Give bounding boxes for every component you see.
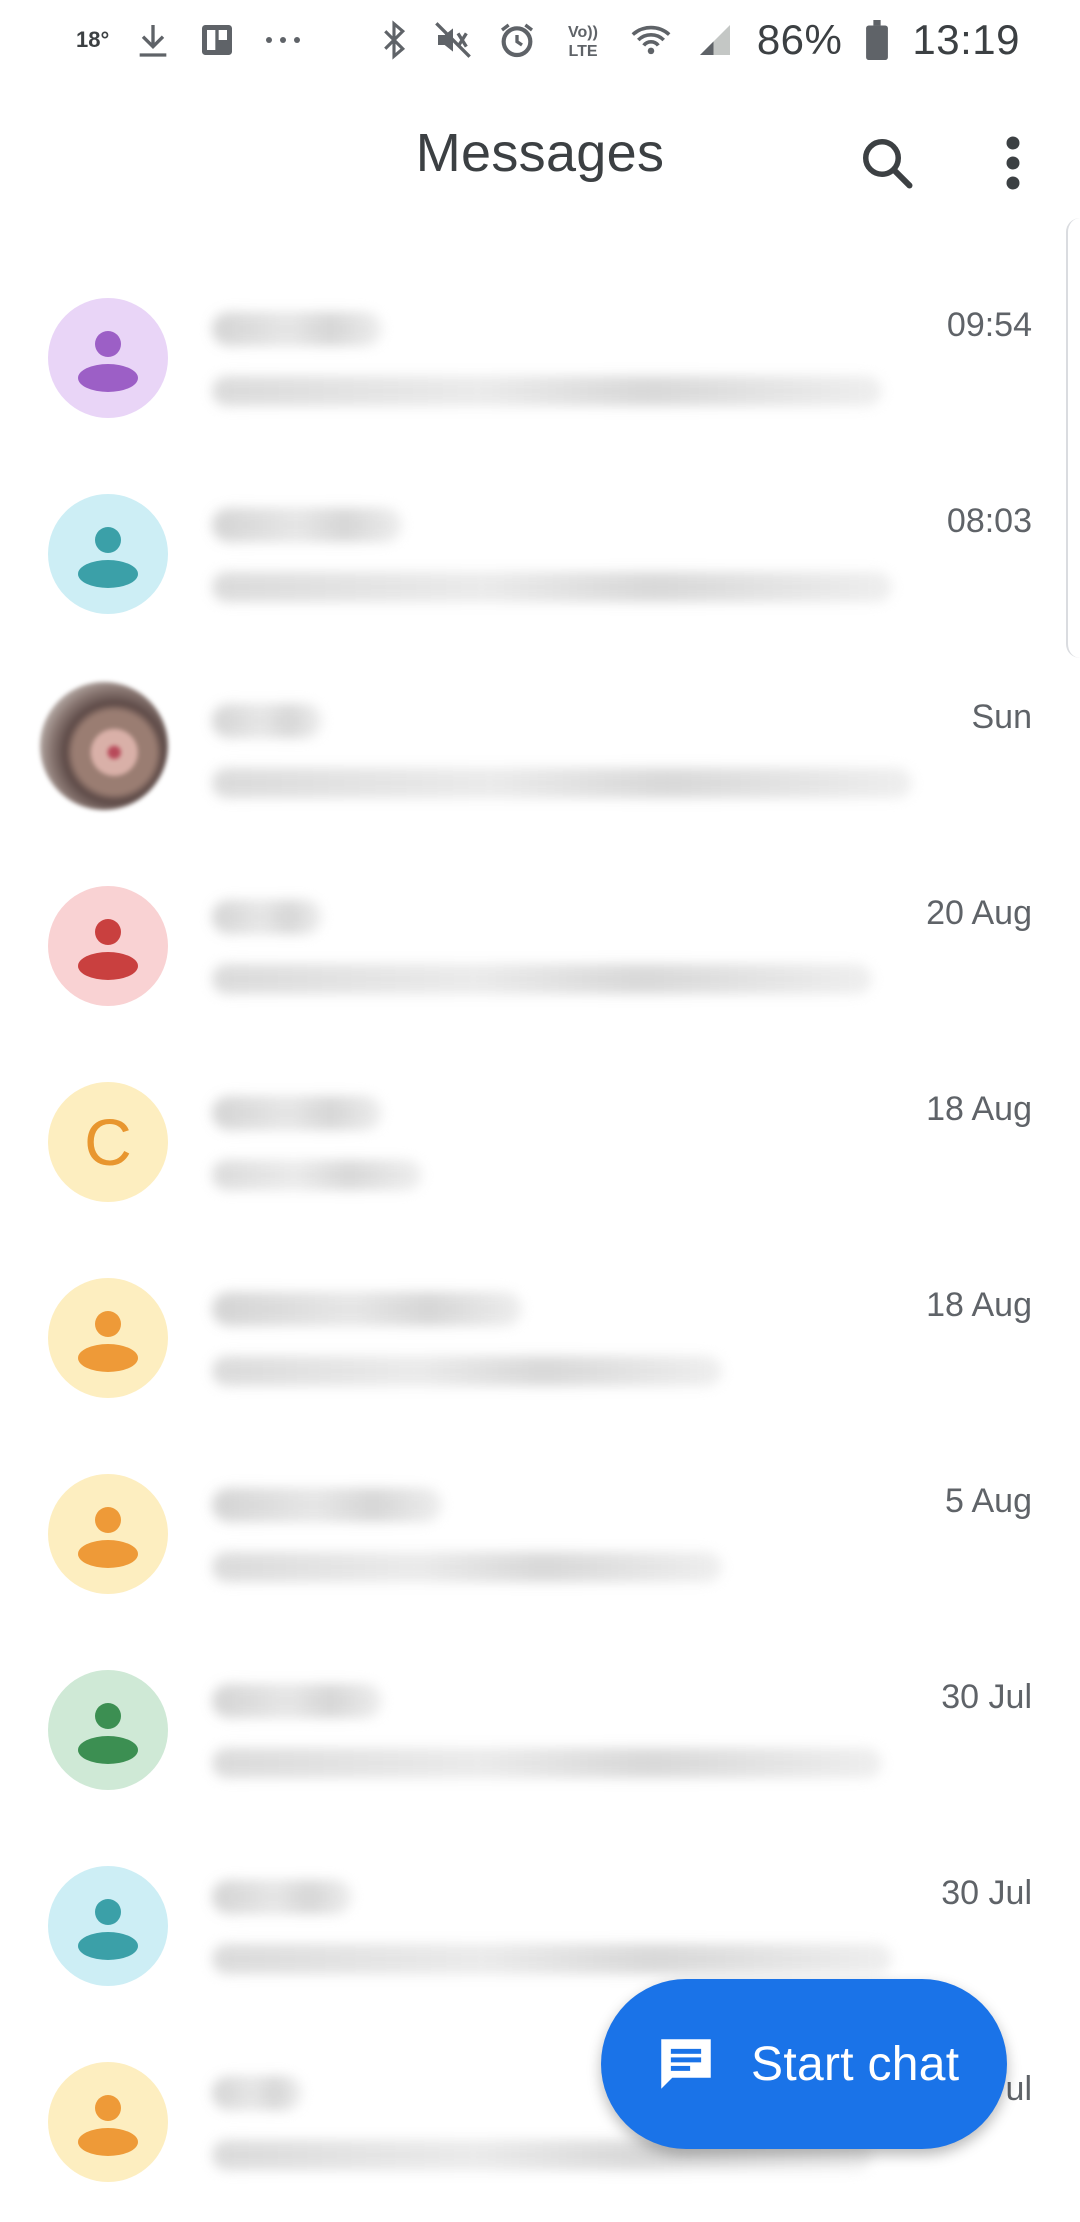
board-icon <box>197 20 237 60</box>
more-vertical-icon <box>1003 133 1023 198</box>
svg-text:LTE: LTE <box>568 43 597 60</box>
avatar <box>48 1278 168 1398</box>
bluetooth-icon <box>379 20 409 60</box>
person-icon <box>78 527 138 588</box>
person-icon <box>78 331 138 392</box>
contact-name <box>212 1684 382 1718</box>
avatar <box>48 2062 168 2182</box>
search-icon <box>857 133 917 198</box>
conversation-item[interactable]: 18 Aug <box>0 1242 1080 1438</box>
contact-name <box>212 312 382 346</box>
message-preview <box>212 768 912 798</box>
contact-name <box>212 1292 522 1326</box>
message-preview <box>212 376 882 406</box>
wifi-icon <box>629 20 673 60</box>
conversation-item[interactable]: C 18 Aug <box>0 1046 1080 1242</box>
avatar <box>48 886 168 1006</box>
person-icon <box>78 1507 138 1568</box>
message-preview <box>212 1552 722 1582</box>
timestamp: 30 Jul <box>941 1678 1032 1716</box>
timestamp: 18 Aug <box>926 1286 1032 1324</box>
more-horizontal-icon <box>261 30 305 50</box>
volte-icon: Vo)) LTE <box>561 18 605 62</box>
avatar <box>48 494 168 614</box>
timestamp: ul <box>1005 2070 1032 2108</box>
person-icon <box>78 1899 138 1960</box>
alarm-icon <box>497 20 537 60</box>
contact-name <box>212 900 322 934</box>
conversation-item[interactable]: 5 Aug <box>0 1438 1080 1634</box>
timestamp: 08:03 <box>946 502 1032 540</box>
search-button[interactable] <box>842 120 932 210</box>
battery-icon <box>866 20 889 60</box>
clock: 13:19 <box>912 16 1020 63</box>
message-preview <box>212 1356 722 1386</box>
avatar <box>48 1866 168 1986</box>
timestamp: Sun <box>971 698 1033 736</box>
person-icon <box>78 919 138 980</box>
person-icon <box>78 1311 138 1372</box>
conversation-item[interactable]: Sun <box>0 654 1080 850</box>
start-chat-label: Start chat <box>751 2037 960 2091</box>
start-chat-button[interactable]: Start chat <box>601 1979 1007 2149</box>
battery-percent: 86% <box>756 16 843 63</box>
message-preview <box>212 572 892 602</box>
contact-name <box>212 1488 442 1522</box>
message-preview <box>212 1944 892 1974</box>
person-icon <box>78 1703 138 1764</box>
message-preview <box>212 1748 882 1778</box>
avatar-letter: C <box>84 1105 132 1179</box>
avatar: C <box>48 1082 168 1202</box>
timestamp: 20 Aug <box>926 894 1032 932</box>
contact-name <box>212 1880 352 1914</box>
more-options-button[interactable] <box>968 120 1058 210</box>
timestamp: 18 Aug <box>926 1090 1032 1128</box>
person-icon <box>78 2095 138 2156</box>
download-icon <box>133 20 173 60</box>
contact-name <box>212 704 322 738</box>
contact-name <box>212 2076 302 2110</box>
message-preview <box>212 964 872 994</box>
contact-name <box>212 1096 382 1130</box>
timestamp: 30 Jul <box>941 1874 1032 1912</box>
timestamp: 5 Aug <box>945 1482 1032 1520</box>
svg-text:Vo)): Vo)) <box>568 24 598 41</box>
message-preview <box>212 1160 422 1190</box>
status-bar: 18° Vo)) LTE 86% 13:19 <box>0 0 1080 80</box>
mute-icon <box>433 20 473 60</box>
conversation-item[interactable]: 20 Aug <box>0 850 1080 1046</box>
avatar <box>48 298 168 418</box>
avatar <box>48 1474 168 1594</box>
app-bar: Messages <box>0 100 1080 220</box>
timestamp: 09:54 <box>946 306 1032 344</box>
conversation-item[interactable]: 30 Jul <box>0 1634 1080 1830</box>
chat-icon <box>653 2031 719 2097</box>
conversation-item[interactable]: 08:03 <box>0 458 1080 654</box>
signal-icon <box>697 20 733 60</box>
temperature: 18° <box>76 27 110 52</box>
contact-name <box>212 508 402 542</box>
avatar-photo <box>40 682 168 810</box>
avatar <box>48 1670 168 1790</box>
conversation-item[interactable]: 09:54 <box>0 262 1080 458</box>
conversation-list: 09:54 08:03 Sun 20 Aug C 18 Aug 18 Aug 5… <box>0 262 1080 2222</box>
